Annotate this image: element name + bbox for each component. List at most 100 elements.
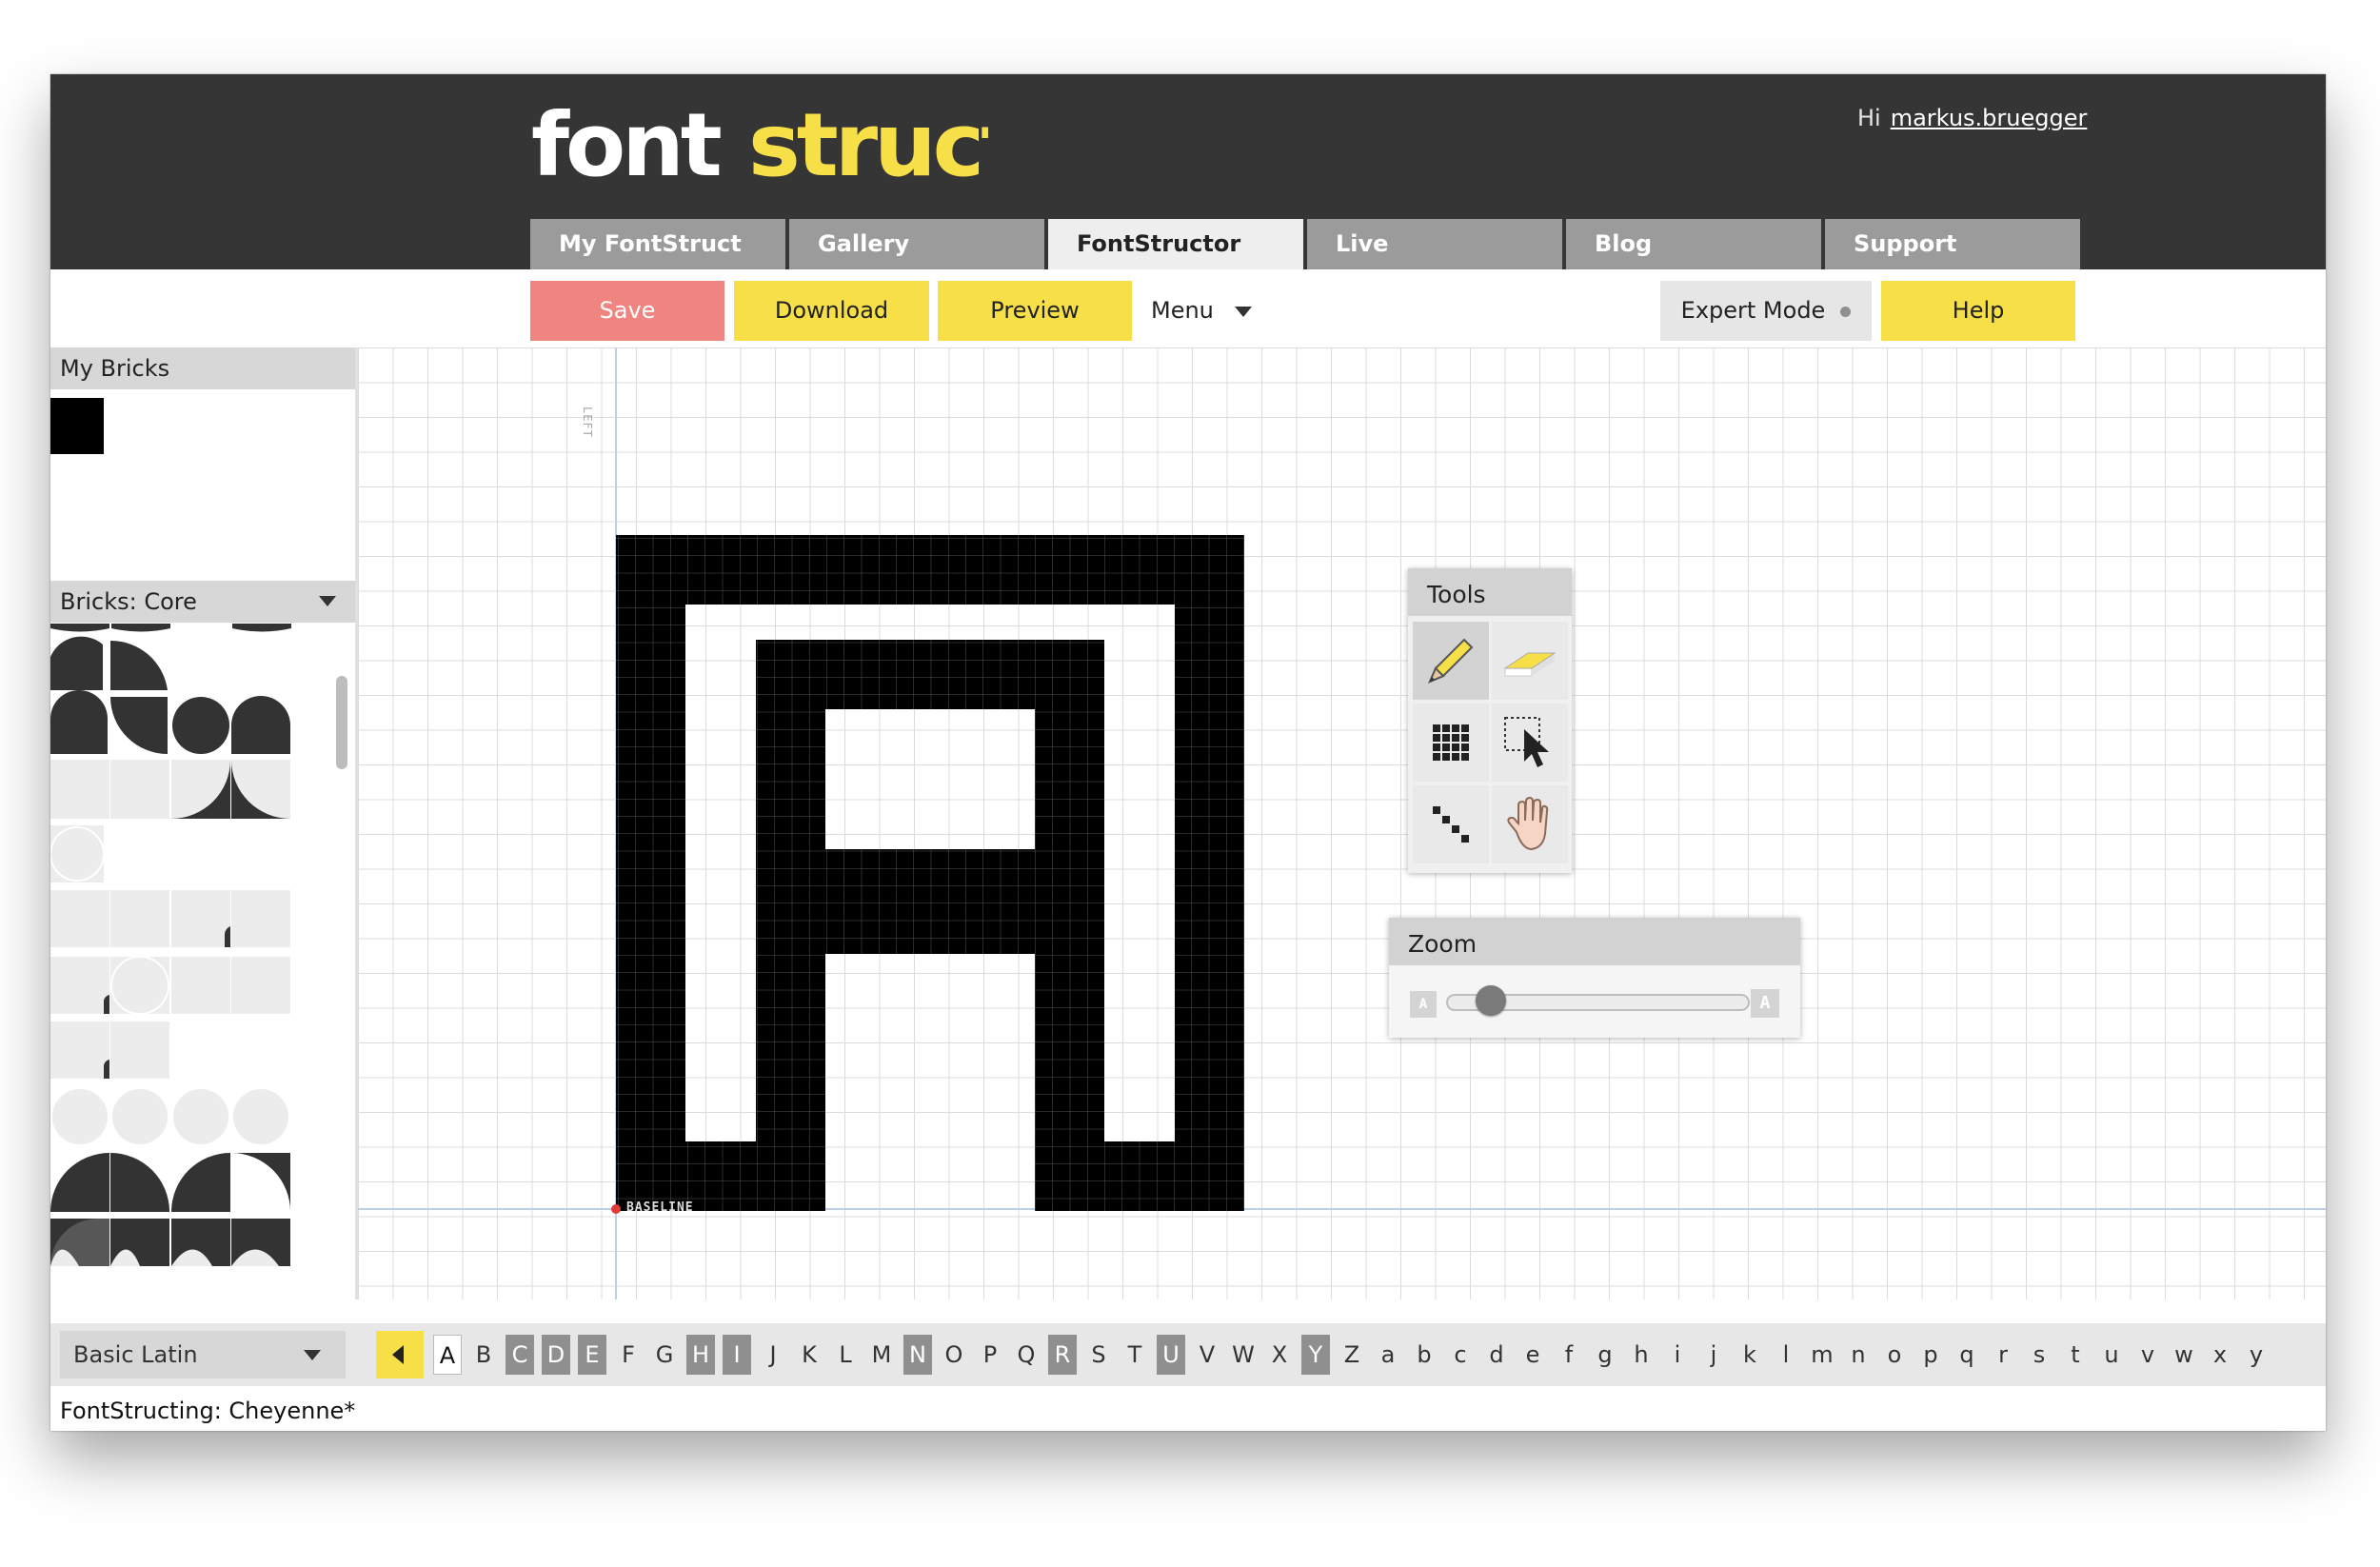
char-lower-m[interactable]: m <box>1808 1335 1836 1375</box>
char-upper-j[interactable]: J <box>759 1335 787 1375</box>
bricks-sidebar: My Bricks Bricks: Core <box>50 347 358 1299</box>
char-upper-x[interactable]: X <box>1265 1335 1294 1375</box>
char-lower-p[interactable]: p <box>1916 1335 1945 1375</box>
tab-fontstructor[interactable]: FontStructor <box>1048 219 1303 269</box>
fontstruct-logo[interactable]: font struct <box>531 103 988 188</box>
char-upper-r[interactable]: R <box>1048 1335 1077 1375</box>
previous-chars-arrow-icon[interactable] <box>376 1331 424 1379</box>
my-brick-square[interactable] <box>50 398 104 454</box>
brick-row-7 <box>50 1022 169 1079</box>
baseline-guide-label: BASELINE <box>626 1200 694 1215</box>
tab-support[interactable]: Support <box>1825 219 2080 269</box>
glyph-a-bricks <box>616 535 1244 1211</box>
char-upper-i[interactable]: I <box>723 1335 751 1375</box>
char-lower-d[interactable]: d <box>1482 1335 1511 1375</box>
eraser-tool[interactable] <box>1492 622 1568 700</box>
char-lower-q[interactable]: q <box>1953 1335 1981 1375</box>
char-lower-a[interactable]: a <box>1374 1335 1402 1375</box>
fill-tool[interactable] <box>1413 704 1489 782</box>
char-lower-x[interactable]: x <box>2206 1335 2234 1375</box>
char-upper-y[interactable]: Y <box>1301 1335 1330 1375</box>
char-lower-u[interactable]: u <box>2097 1335 2126 1375</box>
preview-button[interactable]: Preview <box>938 281 1132 341</box>
expert-mode-toggle[interactable]: Expert Mode <box>1660 281 1872 341</box>
character-bar: Basic Latin ABCDEFGHIJKLMNOPQRSTUVWXYZab… <box>50 1323 2326 1386</box>
char-lower-v[interactable]: v <box>2133 1335 2162 1375</box>
char-lower-j[interactable]: j <box>1699 1335 1728 1375</box>
char-upper-w[interactable]: W <box>1229 1335 1258 1375</box>
char-upper-q[interactable]: Q <box>1012 1335 1041 1375</box>
tab-blog[interactable]: Blog <box>1566 219 1821 269</box>
char-upper-d[interactable]: D <box>542 1335 570 1375</box>
site-header: font struct Hi markus.bruegger My FontStr… <box>50 74 2326 269</box>
caret-down-icon <box>304 1350 321 1360</box>
char-upper-k[interactable]: K <box>795 1335 823 1375</box>
char-lower-h[interactable]: h <box>1627 1335 1656 1375</box>
zoom-slider-handle[interactable] <box>1475 985 1506 1016</box>
char-upper-o[interactable]: O <box>940 1335 968 1375</box>
char-lower-g[interactable]: g <box>1591 1335 1619 1375</box>
char-lower-c[interactable]: c <box>1446 1335 1475 1375</box>
caret-down-icon <box>319 596 336 606</box>
bricks-core-dropdown[interactable]: Bricks: Core <box>50 581 355 623</box>
tab-live[interactable]: Live <box>1307 219 1562 269</box>
hand-icon <box>1507 796 1549 851</box>
char-upper-s[interactable]: S <box>1084 1335 1113 1375</box>
left-guide-label: LEFT <box>581 407 594 438</box>
brick-row-9 <box>50 1153 290 1212</box>
char-upper-f[interactable]: F <box>614 1335 643 1375</box>
char-upper-g[interactable]: G <box>650 1335 679 1375</box>
menu-dropdown[interactable]: Menu <box>1141 281 1275 341</box>
glyph-canvas[interactable]: LEFT BASELINE <box>358 347 2326 1299</box>
bricks-scrollbar[interactable] <box>336 676 347 769</box>
tab-gallery[interactable]: Gallery <box>789 219 1044 269</box>
zoom-out-icon[interactable]: A <box>1410 991 1437 1018</box>
char-upper-n[interactable]: N <box>903 1335 932 1375</box>
select-tool[interactable] <box>1492 704 1568 782</box>
char-lower-t[interactable]: t <box>2061 1335 2090 1375</box>
char-lower-n[interactable]: n <box>1844 1335 1873 1375</box>
char-upper-v[interactable]: V <box>1193 1335 1221 1375</box>
char-upper-b[interactable]: B <box>469 1335 498 1375</box>
glyph-drawing[interactable] <box>358 347 2326 1299</box>
save-button[interactable]: Save <box>530 281 724 341</box>
char-upper-c[interactable]: C <box>506 1335 534 1375</box>
tools-panel: Tools <box>1408 568 1572 873</box>
greeting-text: Hi <box>1857 105 1881 131</box>
charset-dropdown[interactable]: Basic Latin <box>60 1331 346 1379</box>
char-lower-i[interactable]: i <box>1663 1335 1692 1375</box>
help-button[interactable]: Help <box>1881 281 2075 341</box>
char-lower-l[interactable]: l <box>1772 1335 1800 1375</box>
brick-row-3 <box>50 760 290 819</box>
char-upper-a[interactable]: A <box>433 1335 462 1375</box>
line-tool[interactable] <box>1413 785 1489 863</box>
char-lower-r[interactable]: r <box>1989 1335 2017 1375</box>
char-lower-e[interactable]: e <box>1518 1335 1547 1375</box>
char-upper-m[interactable]: M <box>867 1335 896 1375</box>
char-lower-f[interactable]: f <box>1555 1335 1583 1375</box>
char-upper-t[interactable]: T <box>1121 1335 1149 1375</box>
selection-arrow-icon <box>1504 717 1549 767</box>
char-upper-p[interactable]: P <box>976 1335 1004 1375</box>
char-lower-y[interactable]: y <box>2242 1335 2271 1375</box>
char-lower-k[interactable]: k <box>1735 1335 1764 1375</box>
charset-label: Basic Latin <box>73 1341 198 1368</box>
brick-palette[interactable] <box>50 624 298 1290</box>
char-upper-u[interactable]: U <box>1157 1335 1185 1375</box>
char-lower-w[interactable]: w <box>2170 1335 2198 1375</box>
tab-my-fontstruct[interactable]: My FontStruct <box>530 219 785 269</box>
zoom-in-icon[interactable]: A <box>1751 989 1779 1018</box>
char-lower-b[interactable]: b <box>1410 1335 1438 1375</box>
char-upper-z[interactable]: Z <box>1338 1335 1366 1375</box>
char-lower-s[interactable]: s <box>2025 1335 2053 1375</box>
char-upper-h[interactable]: H <box>686 1335 715 1375</box>
char-lower-o[interactable]: o <box>1880 1335 1909 1375</box>
hand-tool[interactable] <box>1492 785 1568 863</box>
char-upper-l[interactable]: L <box>831 1335 860 1375</box>
zoom-panel: Zoom A A <box>1389 918 1800 1038</box>
pencil-tool[interactable] <box>1413 622 1489 700</box>
bricks-core-label: Bricks: Core <box>60 588 197 615</box>
char-upper-e[interactable]: E <box>578 1335 606 1375</box>
username-link[interactable]: markus.bruegger <box>1891 105 2088 131</box>
download-button[interactable]: Download <box>734 281 929 341</box>
